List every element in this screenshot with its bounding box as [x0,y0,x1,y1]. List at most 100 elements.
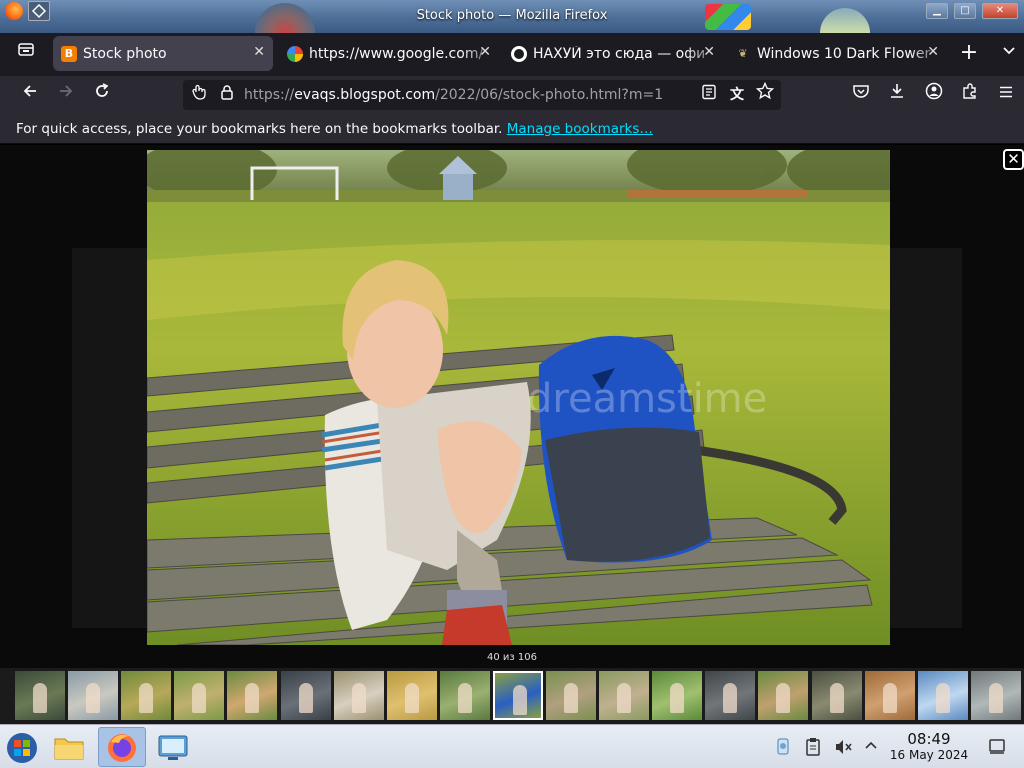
url-host: evaqs.blogspot.com [294,87,436,103]
thumbnail[interactable] [15,671,65,720]
extensions-icon[interactable] [957,82,983,108]
thumbnail[interactable] [386,671,437,720]
thumbnail[interactable] [652,671,703,720]
app-menu-icon[interactable] [993,82,1019,108]
address-bar[interactable]: https://evaqs.blogspot.com/2022/06/stock… [183,80,781,110]
translate-icon[interactable]: 文 [724,82,750,108]
watermark-text: dreamstime [527,376,767,422]
thumbnail-strip [0,668,1024,724]
file-manager-icon[interactable] [48,727,90,767]
lightbox-close-button[interactable]: ✕ [1003,149,1024,170]
thumbnail[interactable] [492,671,543,720]
reader-view-icon[interactable] [696,82,722,108]
volume-muted-icon[interactable] [832,737,854,761]
thumbnail-figure [298,683,313,713]
bookmarks-hint: For quick access, place your bookmarks h… [16,121,503,137]
account-icon[interactable] [921,82,947,108]
forward-icon[interactable] [53,82,79,108]
network-tray-icon[interactable] [772,737,794,761]
clock-time: 08:49 [907,730,951,748]
site-icon [511,45,527,62]
thumbnail-figure [351,683,366,713]
url-prefix: https:// [244,87,295,103]
tray-expand-icon[interactable] [860,737,882,757]
tab-label: НАХУЙ это сюда — офи [533,45,706,62]
thumbnail[interactable] [599,671,650,720]
start-menu-icon[interactable] [2,727,42,767]
thumbnail[interactable] [864,671,915,720]
thumbnail-figure [776,683,791,713]
tab-stock-photo[interactable]: B Stock photo ✕ [53,36,273,71]
thumbnail[interactable] [705,671,756,720]
thumbnail[interactable] [280,671,331,720]
thumbnail[interactable] [174,671,225,720]
minimize-button[interactable]: ▁ [926,3,948,19]
new-tab-icon[interactable]: + [955,39,983,67]
thumbnail[interactable] [758,671,809,720]
thumbnail-figure [617,683,632,713]
blogger-icon: B [61,45,77,62]
taskbar-clock[interactable]: 08:49 16 May 2024 [884,730,974,762]
tab-site[interactable]: НАХУЙ это сюда — офи ✕ [503,36,723,71]
reload-icon[interactable] [89,82,115,108]
thumbnail[interactable] [227,671,278,720]
url-text: https://evaqs.blogspot.com/2022/06/stock… [244,87,663,103]
tab-close-icon[interactable]: ✕ [703,44,715,60]
thumbnail-figure [723,683,738,713]
firefox-taskbar-icon[interactable] [98,727,146,767]
tab-windows-flower[interactable]: ❦ Windows 10 Dark Flower ✕ [727,36,947,71]
thumbnail[interactable] [970,671,1021,720]
thumbnail[interactable] [546,671,596,720]
thumbnail[interactable] [121,671,172,720]
thumbnail-figure [86,683,101,713]
window-title: Stock photo — Mozilla Firefox [416,8,608,23]
window-titlebar: Stock photo — Mozilla Firefox ▁ □ ✕ [0,0,1024,33]
navigation-toolbar: https://evaqs.blogspot.com/2022/06/stock… [0,76,1024,114]
thumbnail-figure [512,685,527,715]
pocket-icon[interactable] [848,82,874,108]
clipboard-tray-icon[interactable] [802,737,824,761]
tab-close-icon[interactable]: ✕ [927,44,939,60]
thumbnail-figure [670,683,685,713]
thumbnail-figure [457,683,472,713]
tab-close-icon[interactable]: ✕ [253,44,265,60]
google-icon [287,45,303,62]
tab-label: https://www.google.com/ [309,45,484,62]
show-desktop-icon[interactable] [986,737,1008,759]
url-path: /2022/06/stock-photo.html?m=1 [435,87,664,103]
back-icon[interactable] [17,82,43,108]
thumbnail[interactable] [811,671,862,720]
taskbar: 08:49 16 May 2024 [0,724,1024,768]
thumbnail-figure [404,683,419,713]
downloads-icon[interactable] [884,82,910,108]
flower-icon: ❦ [738,47,748,60]
image-counter: 40 из 106 [487,652,537,663]
thumbnail-figure [192,683,207,713]
lightbox-photo: dreamstime [147,150,890,645]
site-permissions-icon[interactable] [187,82,213,108]
clock-date: 16 May 2024 [889,748,969,762]
maximize-button[interactable]: □ [954,3,976,19]
list-all-tabs-icon[interactable] [995,39,1023,67]
thumbnail-figure [882,683,897,713]
thumbnail[interactable] [439,671,490,720]
bookmark-star-icon[interactable] [752,81,778,108]
thumbnail[interactable] [68,671,119,720]
thumbnail[interactable] [333,671,384,720]
close-window-button[interactable]: ✕ [982,3,1018,19]
firefox-view-icon[interactable] [12,39,40,67]
thumbnail-figure [139,683,154,713]
tab-close-icon[interactable]: ✕ [479,44,491,60]
tab-label: Windows 10 Dark Flower [757,45,931,62]
manage-bookmarks-link[interactable]: Manage bookmarks… [507,121,653,137]
lock-icon[interactable] [214,82,240,108]
thumbnail[interactable] [917,671,968,720]
tab-label: Stock photo [83,45,167,62]
tab-google[interactable]: https://www.google.com/ ✕ [279,36,499,71]
system-monitor-icon[interactable] [152,727,194,767]
thumbnail-figure [33,683,47,713]
thumbnail-figure [245,683,260,713]
thumbnail-figure [988,683,1003,713]
thumbnail-figure [829,683,844,713]
bookmarks-toolbar: For quick access, place your bookmarks h… [0,114,1024,144]
